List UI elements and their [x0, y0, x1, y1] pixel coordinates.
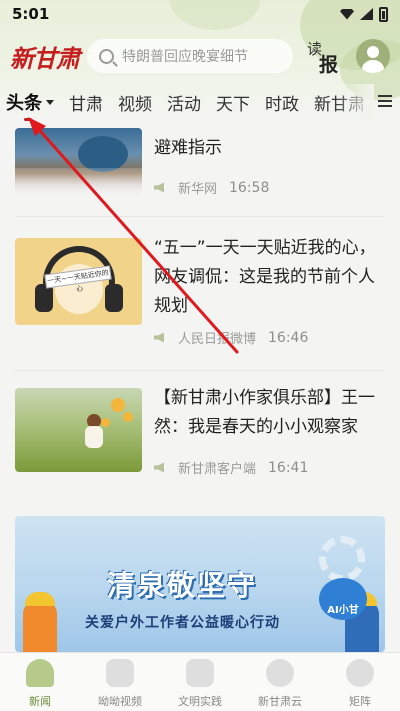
nav-label: 矩阵: [349, 695, 371, 708]
tab-activity[interactable]: 活动: [167, 90, 201, 115]
article-item[interactable]: 避难指示 新华网 16:58: [0, 122, 400, 218]
article-meta: 新华网 16:58: [154, 178, 269, 197]
thumbnail-fog-shape: [15, 167, 142, 194]
news-feed[interactable]: 避难指示 新华网 16:58 一天~一天贴近你的心 “五一”一天一天贴近我的心，…: [0, 122, 400, 652]
tab-fade-overlay: [334, 84, 374, 120]
banner-title: 清泉敬坚守: [107, 569, 258, 602]
thumbnail-lake-shape: [78, 136, 128, 172]
article-source: 新甘肃客户端: [178, 462, 257, 477]
nav-news[interactable]: 新闻: [0, 653, 80, 711]
article-thumbnail: [15, 128, 142, 194]
article-thumbnail: [15, 388, 142, 472]
thumbnail-flower-shape: [123, 412, 133, 422]
article-item[interactable]: 【新甘肃小作家俱乐部】王一然：我是春天的小小观察家 新甘肃客户端 16:41: [0, 388, 400, 506]
tab-headlines[interactable]: 头条: [6, 89, 54, 115]
article-source: 新华网: [178, 182, 218, 197]
thumbnail-flower-shape: [111, 398, 125, 412]
gear-icon: [319, 536, 365, 582]
nav-label: 呦呦视频: [98, 695, 142, 708]
article-time: 16:58: [229, 179, 270, 196]
ai-assistant-badge[interactable]: AI小甘: [319, 578, 367, 620]
article-title: 【新甘肃小作家俱乐部】王一然：我是春天的小小观察家: [154, 388, 375, 437]
user-avatar[interactable]: [356, 39, 390, 73]
speaker-icon[interactable]: [154, 332, 164, 343]
tab-world[interactable]: 天下: [216, 90, 250, 115]
speaker-icon[interactable]: [154, 182, 164, 193]
search-placeholder: 特朗普回应晚宴细节: [121, 49, 248, 65]
banner-hat-shape: [25, 592, 55, 606]
chevron-down-icon: [46, 99, 54, 105]
banner-worker-shape: [23, 600, 57, 652]
speaker-icon[interactable]: [154, 462, 164, 473]
bottom-navigation: 新闻 呦呦视频 文明实践 新甘肃云 矩阵: [0, 652, 400, 711]
news-icon: [26, 659, 54, 687]
status-icons: [340, 6, 388, 22]
article-time: 16:41: [268, 459, 309, 476]
thumbnail-kid-body: [85, 426, 103, 448]
active-tab-indicator: [24, 118, 32, 121]
status-time: 5:01: [12, 5, 50, 23]
divider: [15, 216, 385, 217]
thumbnail-flower-shape: [101, 418, 110, 427]
promo-banner[interactable]: 清泉敬坚守 关爱户外工作者公益暖心行动 AI小甘: [15, 516, 385, 652]
wifi-icon: [340, 8, 354, 20]
read-paper-label-big: 报: [318, 54, 338, 76]
battery-icon: [379, 6, 388, 22]
search-icon: [98, 48, 114, 64]
nav-matrix[interactable]: 矩阵: [320, 653, 400, 711]
article-time: 16:46: [268, 329, 309, 346]
app-header: 新甘肃 特朗普回应晚宴细节 读 报: [0, 34, 400, 78]
tab-label: 头条: [6, 93, 42, 114]
nav-label: 文明实践: [178, 695, 222, 708]
article-thumbnail: 一天~一天贴近你的心: [15, 238, 142, 325]
article-title: “五一”一天一天贴近我的心，网友调侃：这是我的节前个人规划: [154, 238, 376, 316]
headphone-ear-left: [35, 284, 53, 312]
civilization-icon: [186, 659, 214, 687]
app-logo[interactable]: 新甘肃: [10, 39, 85, 74]
banner-subtitle: 关爱户外工作者公益暖心行动: [85, 615, 280, 631]
matrix-icon: [346, 659, 374, 687]
article-item[interactable]: 一天~一天贴近你的心 “五一”一天一天贴近我的心，网友调侃：这是我的节前个人规划…: [0, 238, 400, 378]
cloud-icon: [266, 659, 294, 687]
tab-video[interactable]: 视频: [118, 90, 152, 115]
article-meta: 人民日报微博 16:46: [154, 328, 308, 347]
menu-icon[interactable]: [378, 95, 392, 107]
tab-politics[interactable]: 时政: [265, 90, 299, 115]
nav-label: 新甘肃云: [258, 695, 302, 708]
tab-gansu[interactable]: 甘肃: [69, 90, 103, 115]
nav-cloud[interactable]: 新甘肃云: [240, 653, 320, 711]
headphone-ear-right: [105, 284, 123, 312]
nav-label: 新闻: [29, 695, 51, 708]
nav-civilization[interactable]: 文明实践: [160, 653, 240, 711]
divider: [15, 370, 385, 371]
read-paper-button[interactable]: 读 报: [307, 38, 343, 76]
article-title: 避难指示: [154, 138, 222, 158]
status-bar: 5:01: [0, 0, 400, 28]
search-bar[interactable]: 特朗普回应晚宴细节: [86, 39, 293, 73]
article-meta: 新甘肃客户端 16:41: [154, 458, 308, 477]
article-source: 人民日报微博: [178, 332, 257, 347]
signal-icon: [360, 8, 373, 20]
nav-video[interactable]: 呦呦视频: [80, 653, 160, 711]
video-icon: [106, 659, 134, 687]
